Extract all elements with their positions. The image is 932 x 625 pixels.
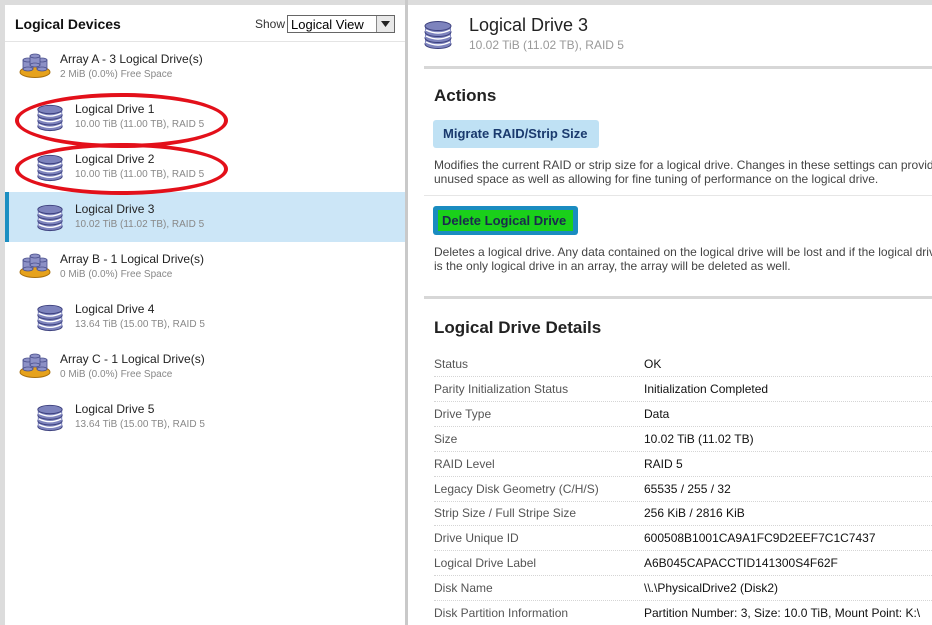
detail-label: Strip Size / Full Stripe Size	[434, 506, 577, 521]
migrate-description: unused space as well as allowing for fin…	[434, 172, 879, 186]
logical-devices-panel: Logical Devices Show Logical View Array …	[5, 5, 405, 625]
detail-value: Initialization Completed	[644, 381, 769, 396]
item-subtitle: 0 MiB (0.0%) Free Space	[60, 269, 173, 280]
panel-title: Logical Devices	[15, 16, 121, 32]
section-divider	[424, 66, 932, 69]
detail-value: \\.\PhysicalDrive2 (Disk2)	[644, 581, 779, 596]
chevron-down-icon[interactable]	[376, 16, 394, 32]
details-heading: Logical Drive Details	[434, 318, 602, 337]
logical-drive-stack-icon	[35, 102, 65, 137]
item-title: Array B - 1 Logical Drive(s)	[60, 252, 205, 266]
page-title: Logical Drive 3	[469, 15, 589, 35]
item-title: Array C - 1 Logical Drive(s)	[60, 352, 205, 366]
logical-drive-stack-icon	[422, 18, 454, 55]
array-list-item[interactable]: Array B - 1 Logical Drive(s) 0 MiB (0.0%)…	[5, 242, 405, 292]
detail-value: OK	[644, 357, 662, 371]
delete-logical-drive-button[interactable]: Delete Logical Drive	[433, 206, 578, 235]
detail-value: 600508B1001CA9A1FC9D2EEF7C1C7437	[644, 531, 876, 546]
detail-label: Disk Name	[434, 581, 493, 596]
detail-value: 256 KiB / 2816 KiB	[644, 506, 745, 521]
item-subtitle: 10.00 TiB (11.00 TB), RAID 5	[75, 119, 205, 130]
logical-drive-stack-icon	[35, 402, 65, 437]
detail-row: Drive Unique ID 600508B1001CA9A1FC9D2EEF7…	[434, 525, 932, 552]
page-subtitle: 10.02 TiB (11.02 TB), RAID 5	[469, 38, 624, 52]
detail-label: Drive Type	[434, 406, 492, 421]
detail-label: Size	[434, 431, 458, 446]
detail-label: RAID Level	[434, 456, 495, 471]
array-disks-icon	[19, 253, 51, 284]
array-list-item[interactable]: Array A - 3 Logical Drive(s) 2 MiB (0.0%)…	[5, 42, 405, 92]
logical-drive-list-item[interactable]: Logical Drive 5 13.64 TiB (15.00 TB), RAI…	[5, 392, 405, 442]
delete-description: Deletes a logical drive. Any data contai…	[434, 245, 932, 259]
detail-label: Status	[434, 357, 469, 371]
view-select-value: Logical View	[291, 17, 364, 32]
array-disks-icon	[19, 53, 51, 84]
detail-label: Disk Partition Information	[434, 606, 569, 620]
detail-label: Legacy Disk Geometry (C/H/S)	[434, 481, 599, 496]
item-title: Logical Drive 1	[75, 102, 155, 116]
detail-row: RAID Level RAID 5	[434, 451, 932, 477]
delete-description: is the only logical drive in an array, t…	[434, 259, 791, 273]
array-list-item[interactable]: Array C - 1 Logical Drive(s) 0 MiB (0.0%)…	[5, 342, 405, 392]
item-title: Logical Drive 5	[75, 402, 155, 416]
logical-drive-list-item[interactable]: Logical Drive 2 10.00 TiB (11.00 TB), RAI…	[5, 142, 405, 192]
array-disks-icon	[19, 353, 51, 384]
detail-value: RAID 5	[644, 456, 683, 471]
item-subtitle: 0 MiB (0.0%) Free Space	[60, 369, 173, 380]
item-title: Logical Drive 2	[75, 152, 155, 166]
divider	[424, 195, 932, 196]
logical-devices-header: Logical Devices Show Logical View	[5, 5, 405, 42]
detail-row: Legacy Disk Geometry (C/H/S) 65535 / 255 …	[434, 476, 932, 502]
item-subtitle: 10.02 TiB (11.02 TB), RAID 5	[75, 219, 205, 230]
item-title: Array A - 3 Logical Drive(s)	[60, 52, 203, 66]
item-subtitle: 10.00 TiB (11.00 TB), RAID 5	[75, 169, 205, 180]
item-title: Logical Drive 4	[75, 302, 155, 316]
actions-heading: Actions	[434, 86, 497, 105]
logical-drive-list-item[interactable]: Logical Drive 4 13.64 TiB (15.00 TB), RAI…	[5, 292, 405, 342]
detail-row: Status OK	[434, 351, 932, 377]
detail-row: Disk Partition Information Partition Numb…	[434, 600, 932, 625]
item-subtitle: 13.64 TiB (15.00 TB), RAID 5	[75, 319, 205, 330]
detail-value: 65535 / 255 / 32	[644, 481, 731, 496]
section-divider	[424, 296, 932, 299]
detail-label: Logical Drive Label	[434, 556, 537, 571]
detail-value: Partition Number: 3, Size: 10.0 TiB, Mou…	[644, 606, 921, 620]
delete-logical-drive-label: Delete Logical Drive	[438, 210, 573, 231]
detail-value: 10.02 TiB (11.02 TB)	[644, 431, 754, 446]
migrate-description: Modifies the current RAID or strip size …	[434, 158, 932, 172]
detail-value: Data	[644, 406, 670, 421]
detail-value: A6B045CAPACCTID141300S4F62F	[644, 556, 838, 571]
detail-label: Parity Initialization Status	[434, 381, 569, 396]
logical-drive-stack-icon	[35, 202, 65, 237]
detail-label: Drive Unique ID	[434, 531, 519, 546]
logical-drive-list-item[interactable]: Logical Drive 3 10.02 TiB (11.02 TB), RAI…	[5, 192, 405, 242]
logical-drive-stack-icon	[35, 152, 65, 187]
detail-row: Logical Drive Label A6B045CAPACCTID141300…	[434, 550, 932, 577]
item-title: Logical Drive 3	[75, 202, 155, 216]
item-subtitle: 13.64 TiB (15.00 TB), RAID 5	[75, 419, 205, 430]
detail-panel: Logical Drive 3 10.02 TiB (11.02 TB), RA…	[408, 5, 932, 625]
detail-row: Parity Initialization Status Initializati…	[434, 376, 932, 402]
detail-row: Drive Type Data	[434, 401, 932, 427]
show-label: Show	[255, 17, 286, 31]
logical-drive-list-item[interactable]: Logical Drive 1 10.00 TiB (11.00 TB), RAI…	[5, 92, 405, 142]
view-select[interactable]: Logical View	[287, 15, 395, 33]
logical-drive-stack-icon	[35, 302, 65, 337]
item-subtitle: 2 MiB (0.0%) Free Space	[60, 69, 173, 80]
detail-row: Strip Size / Full Stripe Size 256 KiB / 2…	[434, 500, 932, 527]
migrate-raid-button[interactable]: Migrate RAID/Strip Size	[433, 120, 599, 148]
detail-row: Disk Name \\.\PhysicalDrive2 (Disk2)	[434, 575, 932, 602]
detail-row: Size 10.02 TiB (11.02 TB)	[434, 426, 932, 452]
